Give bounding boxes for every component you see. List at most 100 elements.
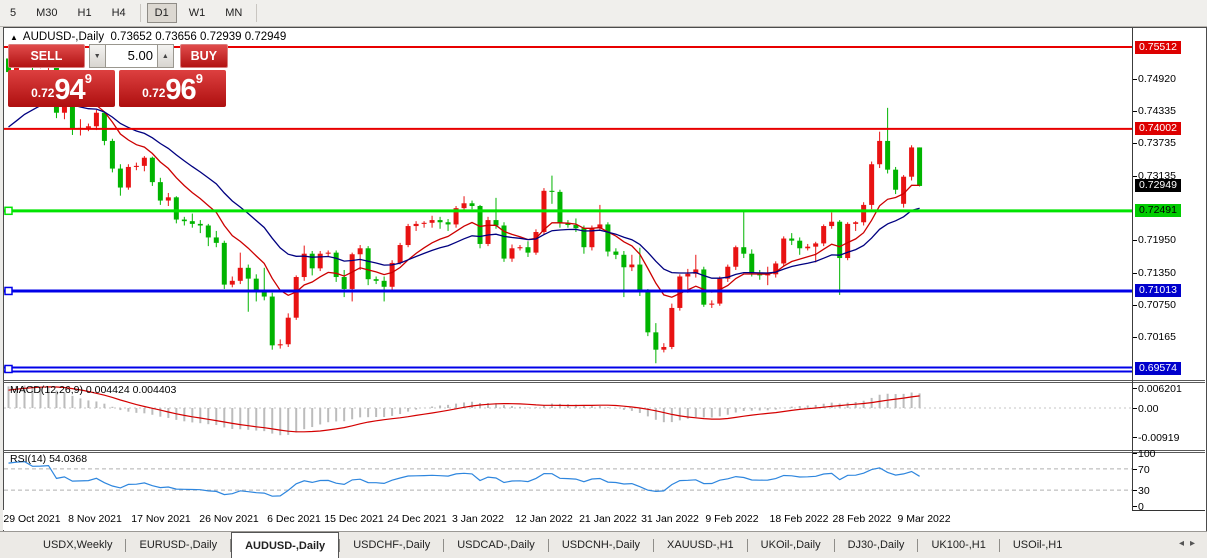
price-tick-mark bbox=[1133, 176, 1137, 177]
date-label: 17 Nov 2021 bbox=[131, 513, 191, 525]
candle-body bbox=[310, 254, 315, 269]
candle-body bbox=[669, 308, 674, 347]
tab-usdcad-daily[interactable]: USDCAD-,Daily bbox=[444, 532, 548, 558]
candle-body bbox=[406, 226, 411, 245]
level-drag-handle[interactable] bbox=[5, 207, 12, 214]
macd-indicator-label: MACD(12,26,9) 0.004424 0.004403 bbox=[10, 384, 176, 396]
rsi-axis-label: 70 bbox=[1138, 464, 1150, 476]
rsi-tick-mark bbox=[1133, 506, 1137, 507]
collapse-panel-icon[interactable]: ▲ bbox=[10, 33, 18, 42]
sell-price-main: 94 bbox=[54, 76, 84, 105]
candle-body bbox=[342, 277, 347, 289]
candle-body bbox=[326, 253, 331, 254]
one-click-trade-panel: SELL ▼ 5.00 ▲ BUY 0.72949 0.72969 bbox=[8, 44, 228, 109]
volume-decrease-button[interactable]: ▼ bbox=[89, 44, 106, 68]
level-drag-handle[interactable] bbox=[5, 287, 12, 294]
trading-terminal: 5M30H1H4D1W1MN ▲AUDUSD-,Daily 0.73652 0.… bbox=[0, 0, 1207, 558]
tab-scroll-left-icon[interactable]: ◂ bbox=[1179, 538, 1190, 549]
ohlc-values: 0.73652 0.73656 0.72939 0.72949 bbox=[110, 31, 286, 43]
candle-body bbox=[733, 247, 738, 267]
tab-scroll-right-icon[interactable]: ▸ bbox=[1190, 538, 1201, 549]
volume-input[interactable]: 5.00 bbox=[106, 44, 157, 68]
candle-body bbox=[885, 141, 890, 170]
symbol-period-label: AUDUSD-,Daily bbox=[23, 31, 104, 43]
sell-price-pip: 9 bbox=[85, 73, 92, 85]
candle-body bbox=[150, 158, 155, 182]
candle-body bbox=[166, 197, 171, 200]
candle-body bbox=[222, 243, 227, 285]
tab-usdchf-daily[interactable]: USDCHF-,Daily bbox=[340, 532, 443, 558]
candle-body bbox=[893, 170, 898, 190]
price-tick-mark bbox=[1133, 240, 1137, 241]
date-label: 3 Jan 2022 bbox=[452, 513, 504, 525]
candle-body bbox=[278, 344, 283, 345]
candle-body bbox=[797, 241, 802, 249]
candle-body bbox=[398, 245, 403, 263]
candle-body bbox=[134, 166, 139, 167]
level-drag-handle[interactable] bbox=[5, 365, 12, 372]
candle-body bbox=[126, 167, 131, 188]
candle-body bbox=[286, 318, 291, 345]
date-label: 28 Feb 2022 bbox=[833, 513, 892, 525]
tab-dj30-daily[interactable]: DJ30-,Daily bbox=[835, 532, 918, 558]
tab-uk100-h1[interactable]: UK100-,H1 bbox=[918, 532, 998, 558]
price-tick-mark bbox=[1133, 305, 1137, 306]
panel-separator[interactable] bbox=[3, 450, 1205, 451]
price-tick-label: 0.74920 bbox=[1138, 73, 1176, 85]
rsi-tick-mark bbox=[1133, 469, 1137, 470]
sell-price-prefix: 0.72 bbox=[31, 81, 54, 105]
tab-eurusd-daily[interactable]: EURUSD-,Daily bbox=[126, 532, 230, 558]
tab-usdx-weekly[interactable]: USDX,Weekly bbox=[30, 532, 125, 558]
candle-body bbox=[446, 222, 451, 224]
candle-body bbox=[158, 182, 163, 200]
candle-body bbox=[430, 220, 435, 223]
price-level-badge: 0.72491 bbox=[1135, 204, 1181, 217]
candle-body bbox=[613, 252, 618, 255]
candle-body bbox=[486, 220, 491, 244]
candle-body bbox=[230, 281, 235, 285]
candle-body bbox=[877, 141, 882, 164]
candle-body bbox=[533, 232, 538, 253]
candle-body bbox=[366, 248, 371, 279]
candle-body bbox=[182, 220, 187, 222]
tab-xauusd-h1[interactable]: XAUUSD-,H1 bbox=[654, 532, 747, 558]
candle-body bbox=[270, 297, 275, 346]
price-level-badge: 0.74002 bbox=[1135, 122, 1181, 135]
candle-body bbox=[214, 237, 219, 242]
tab-usdcnh-daily[interactable]: USDCNH-,Daily bbox=[549, 532, 653, 558]
candle-body bbox=[206, 226, 211, 238]
candle-body bbox=[661, 347, 666, 350]
sell-button[interactable]: SELL bbox=[8, 44, 85, 68]
macd-tick-mark bbox=[1133, 388, 1137, 389]
macd-axis-label: 0.006201 bbox=[1138, 383, 1182, 395]
candle-body bbox=[294, 277, 299, 318]
price-level-badge: 0.71013 bbox=[1135, 284, 1181, 297]
candle-body bbox=[110, 141, 115, 169]
panel-separator[interactable] bbox=[3, 380, 1205, 381]
date-label: 29 Oct 2021 bbox=[3, 513, 60, 525]
candle-body bbox=[94, 113, 99, 127]
macd-tick-mark bbox=[1133, 408, 1137, 409]
price-tick-label: 0.73735 bbox=[1138, 137, 1176, 149]
candle-body bbox=[390, 263, 395, 287]
candle-body bbox=[645, 292, 650, 332]
time-axis[interactable]: 29 Oct 20218 Nov 202117 Nov 202126 Nov 2… bbox=[3, 510, 1132, 530]
candle-body bbox=[422, 223, 427, 224]
buy-price-button[interactable]: 0.72969 bbox=[119, 70, 226, 107]
buy-button[interactable]: BUY bbox=[180, 44, 228, 68]
tab-audusd-daily[interactable]: AUDUSD-,Daily bbox=[231, 532, 339, 558]
candle-body bbox=[517, 247, 522, 248]
macd-tick-mark bbox=[1133, 437, 1137, 438]
candle-body bbox=[917, 147, 922, 186]
date-label: 24 Dec 2021 bbox=[387, 513, 447, 525]
candle-body bbox=[805, 247, 810, 249]
tab-ukoil-daily[interactable]: UKOil-,Daily bbox=[748, 532, 834, 558]
price-tick-label: 0.70750 bbox=[1138, 299, 1176, 311]
candle-body bbox=[438, 220, 443, 222]
candle-body bbox=[374, 279, 379, 281]
sell-price-button[interactable]: 0.72949 bbox=[8, 70, 115, 107]
tab-usoil-h1[interactable]: USOil-,H1 bbox=[1000, 532, 1076, 558]
candle-body bbox=[685, 274, 690, 277]
price-level-badge: 0.69574 bbox=[1135, 362, 1181, 375]
volume-increase-button[interactable]: ▲ bbox=[157, 44, 174, 68]
